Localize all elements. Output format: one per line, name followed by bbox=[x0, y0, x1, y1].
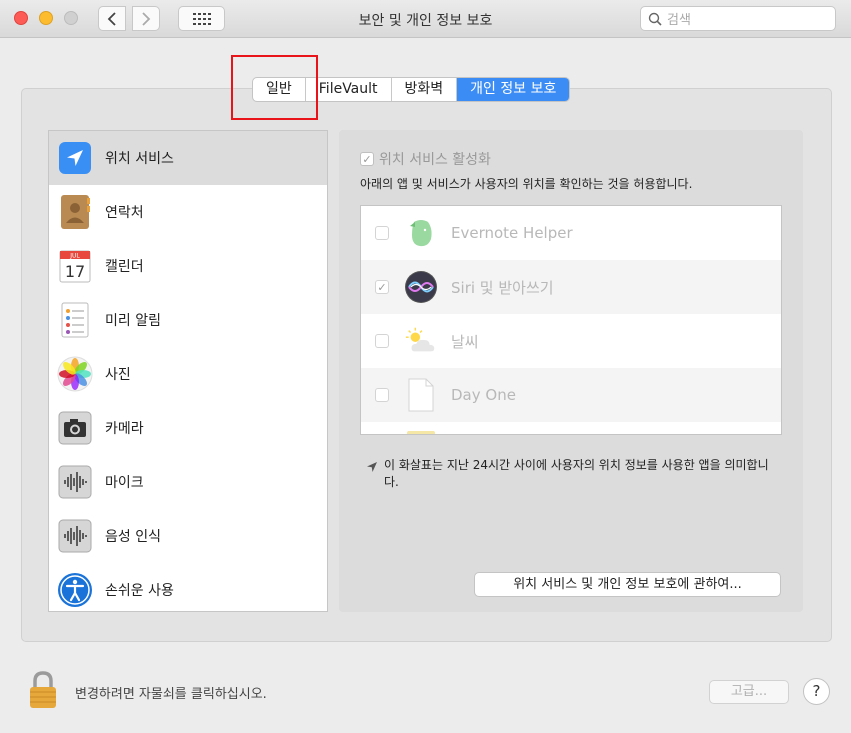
accessibility-icon bbox=[56, 571, 94, 609]
sidebar-item-label: 음성 인식 bbox=[105, 529, 161, 545]
calendar-month: JUL bbox=[69, 253, 80, 260]
sidebar-item-label: 캘린더 bbox=[105, 259, 144, 275]
location-description: 아래의 앱 및 서비스가 사용자의 위치를 확인하는 것을 허용합니다. bbox=[360, 177, 693, 191]
tab-privacy[interactable]: 개인 정보 보호 bbox=[457, 78, 570, 101]
calendar-icon: JUL 17 bbox=[56, 247, 94, 285]
list-item: 날씨 bbox=[361, 314, 781, 368]
enable-location-services[interactable]: ✓ 위치 서비스 활성화 bbox=[360, 149, 491, 169]
sidebar-item-photos[interactable]: 사진 bbox=[49, 347, 327, 401]
sidebar-item-label: 사진 bbox=[105, 367, 131, 383]
tab-filevault[interactable]: FileVault bbox=[306, 78, 392, 101]
sidebar-item-accessibility[interactable]: 손쉬운 사용 bbox=[49, 563, 327, 611]
siri-icon bbox=[403, 269, 439, 305]
highlight-box bbox=[231, 55, 318, 120]
title-bar: 보안 및 개인 정보 보호 검색 bbox=[0, 0, 851, 38]
reminders-icon bbox=[56, 301, 94, 339]
note-text: 이 화살표는 지난 24시간 사이에 사용자의 위치 정보를 사용한 앱을 의미… bbox=[384, 458, 769, 489]
sidebar-item-label: 손쉬운 사용 bbox=[105, 583, 174, 599]
enable-location-label: 위치 서비스 활성화 bbox=[379, 152, 491, 168]
sidebar-item-contacts[interactable]: 연락처 bbox=[49, 185, 327, 239]
enable-location-checkbox[interactable]: ✓ bbox=[360, 152, 374, 166]
app-checkbox[interactable] bbox=[375, 388, 389, 402]
location-arrow-note: 이 화살표는 지난 24시간 사이에 사용자의 위치 정보를 사용한 앱을 의미… bbox=[366, 457, 776, 491]
sidebar-item-microphone[interactable]: 마이크 bbox=[49, 455, 327, 509]
list-item: Evernote Helper bbox=[361, 206, 781, 260]
sidebar-item-camera[interactable]: 카메라 bbox=[49, 401, 327, 455]
sidebar-item-label: 마이크 bbox=[105, 475, 144, 491]
document-icon bbox=[403, 377, 439, 413]
list-item bbox=[361, 422, 781, 434]
location-arrow-icon bbox=[366, 457, 384, 491]
about-location-privacy-button[interactable]: 위치 서비스 및 개인 정보 보호에 관하여... bbox=[474, 572, 781, 597]
advanced-button[interactable]: 고급... bbox=[709, 680, 789, 704]
photos-icon bbox=[56, 355, 94, 393]
weather-icon bbox=[403, 323, 439, 359]
microphone-icon bbox=[56, 463, 94, 501]
camera-icon bbox=[56, 409, 94, 447]
search-placeholder: 검색 bbox=[667, 13, 691, 28]
speech-recognition-icon bbox=[56, 517, 94, 555]
lock-text: 변경하려면 자물쇠를 클릭하십시오. bbox=[75, 687, 267, 702]
sidebar-item-calendar[interactable]: JUL 17 캘린더 bbox=[49, 239, 327, 293]
app-checkbox[interactable] bbox=[375, 226, 389, 240]
sidebar-item-label: 미리 알림 bbox=[105, 313, 161, 329]
list-item: Day One bbox=[361, 368, 781, 422]
sidebar-item-speech-recognition[interactable]: 음성 인식 bbox=[49, 509, 327, 563]
sidebar-item-reminders[interactable]: 미리 알림 bbox=[49, 293, 327, 347]
search-icon bbox=[648, 12, 662, 26]
app-checkbox[interactable] bbox=[375, 334, 389, 348]
app-list: Evernote Helper ✓ Siri 및 받아쓰기 날씨 Day One bbox=[360, 205, 782, 435]
lock-icon[interactable] bbox=[27, 670, 59, 714]
sidebar-item-label: 위치 서비스 bbox=[105, 151, 174, 167]
sidebar-item-location-services[interactable]: 위치 서비스 bbox=[49, 131, 327, 185]
sidebar-item-label: 카메라 bbox=[105, 421, 144, 437]
app-name: Day One bbox=[451, 386, 516, 404]
list-item: ✓ Siri 및 받아쓰기 bbox=[361, 260, 781, 314]
app-icon bbox=[403, 431, 439, 434]
tab-firewall[interactable]: 방화벽 bbox=[392, 78, 458, 101]
app-checkbox[interactable]: ✓ bbox=[375, 280, 389, 294]
search-field[interactable]: 검색 bbox=[640, 6, 836, 31]
location-arrow-icon bbox=[56, 139, 94, 177]
sidebar-item-label: 연락처 bbox=[105, 205, 144, 221]
help-button[interactable]: ? bbox=[803, 678, 830, 705]
app-name: Siri 및 받아쓰기 bbox=[451, 278, 554, 297]
app-name: 날씨 bbox=[451, 332, 479, 351]
contacts-icon bbox=[56, 193, 94, 231]
calendar-day: 17 bbox=[65, 262, 85, 281]
app-name: Evernote Helper bbox=[451, 224, 573, 242]
evernote-icon bbox=[403, 215, 439, 251]
privacy-sidebar: 위치 서비스 연락처 JUL 17 캘린더 미리 알림 사진 카메라 마이크 음… bbox=[48, 130, 328, 612]
